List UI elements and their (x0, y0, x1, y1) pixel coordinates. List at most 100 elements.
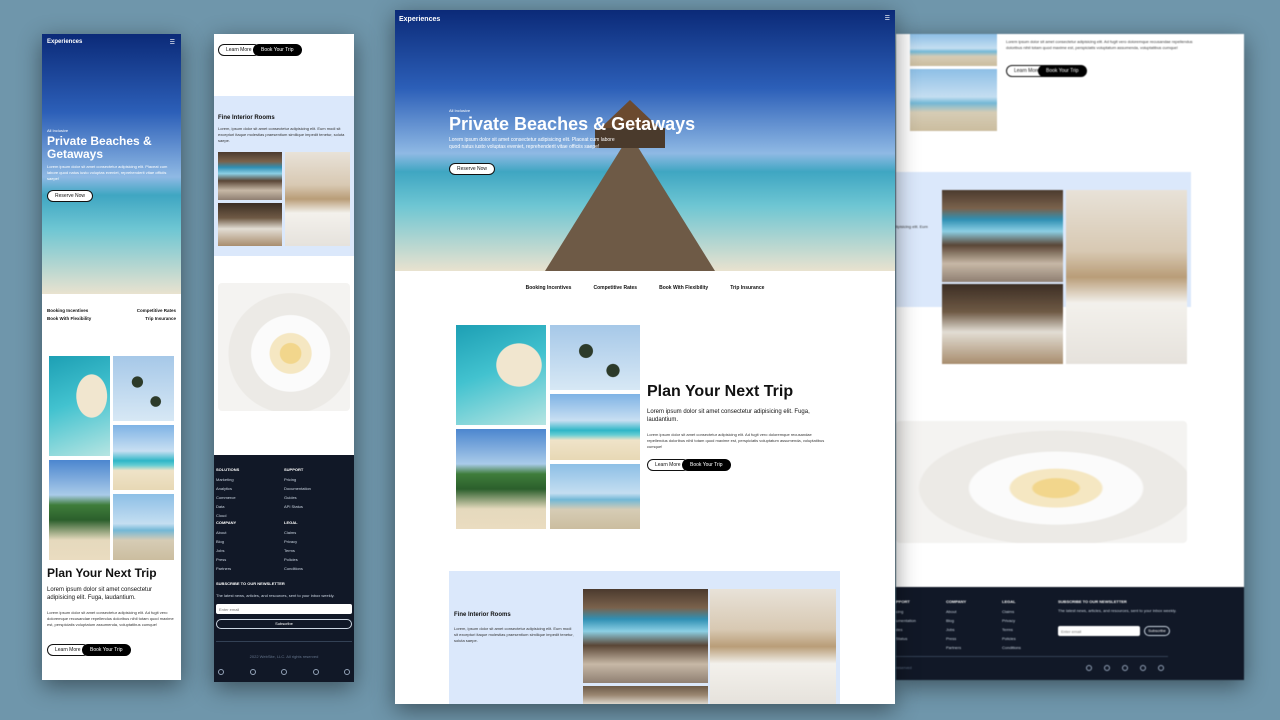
footer-link[interactable]: Partners (216, 564, 236, 573)
twitter-icon[interactable] (281, 669, 287, 675)
twitch-icon[interactable] (312, 669, 319, 675)
footer-company-title: COMPANY (946, 599, 967, 604)
footer-link[interactable]: Privacy (284, 537, 303, 546)
footer-legal-title: LEGAL (284, 520, 298, 525)
newsletter-email-input[interactable] (1058, 626, 1140, 636)
footer-link[interactable]: Press (216, 555, 236, 564)
feature-booking[interactable]: Booking Incentives (47, 308, 88, 313)
footer-link[interactable]: cing (896, 607, 916, 616)
footer-link[interactable]: Blog (216, 537, 236, 546)
hero-title: Private Beaches & Getaways (449, 114, 696, 134)
instagram-icon[interactable] (1104, 665, 1110, 671)
footer-legal-title: LEGAL (1002, 599, 1016, 604)
footer-link[interactable]: Terms (284, 546, 303, 555)
dish-image (218, 283, 350, 411)
desktop-frame-main: Experiences ☰ All Inclusive Private Beac… (395, 10, 895, 704)
twitter-icon[interactable] (1122, 665, 1128, 671)
github-icon[interactable] (344, 669, 350, 675)
reserve-button[interactable]: Reserve Now (449, 163, 496, 175)
subscribe-button[interactable]: Subscribe (216, 619, 352, 629)
footer-link[interactable]: Partners (946, 643, 966, 652)
footer-link[interactable]: Blog (946, 616, 966, 625)
footer-link[interactable]: Terms (1002, 625, 1021, 634)
footer-link[interactable]: API Status (284, 502, 311, 511)
footer-link[interactable]: About (216, 528, 236, 537)
footer-link[interactable]: Marketing (216, 475, 239, 484)
gallery-image-beach (550, 394, 640, 460)
footer-link[interactable]: des (896, 625, 916, 634)
footer-link[interactable]: Claims (1002, 607, 1021, 616)
gallery-image-chairs (910, 69, 997, 131)
rooms-title: Fine Interior Rooms (454, 612, 511, 618)
feature-rates[interactable]: Competitive Rates (593, 285, 637, 291)
gallery-image-palms (550, 325, 640, 390)
footer-company-title: COMPANY (216, 520, 237, 525)
twitch-icon[interactable] (1140, 665, 1146, 671)
facebook-icon[interactable] (1086, 665, 1092, 671)
newsletter-body: The latest news, articles, and resources… (216, 593, 335, 598)
gallery-image-beach (113, 425, 174, 490)
footer-link[interactable]: umentation (896, 616, 916, 625)
feature-flexibility[interactable]: Book With Flexibility (659, 285, 708, 291)
newsletter-email-input[interactable] (216, 604, 352, 614)
footer-solutions-title: SOLUTIONS (216, 467, 240, 472)
newsletter-title: SUBSCRIBE TO OUR NEWSLETTER (216, 581, 285, 586)
book-trip-button[interactable]: Book Your Trip (682, 459, 731, 471)
newsletter-body: The latest news, articles, and resources… (1058, 608, 1177, 613)
feature-booking[interactable]: Booking Incentives (526, 285, 572, 291)
room-image-3 (942, 284, 1063, 364)
footer-link[interactable]: Pricing (284, 475, 311, 484)
hero-title: Private Beaches & Getaways (47, 134, 152, 161)
facebook-icon[interactable] (218, 669, 224, 675)
gallery-image-tropic (456, 429, 546, 529)
footer-link[interactable]: Policies (284, 555, 303, 564)
gallery-image-lagoon (456, 325, 546, 425)
footer-support-title: PPORT (896, 599, 910, 604)
footer-link[interactable]: About (946, 607, 966, 616)
book-trip-button[interactable]: Book Your Trip (82, 644, 131, 656)
footer-link[interactable]: Policies (1002, 634, 1021, 643)
mobile-frame-2: Learn More Book Your Trip Fine Interior … (214, 34, 354, 682)
reserve-button[interactable]: Reserve Now (47, 190, 94, 202)
book-trip-button[interactable]: Book Your Trip (253, 44, 302, 56)
feature-rates[interactable]: Competitive Rates (137, 308, 176, 313)
footer-link[interactable]: Analytics (216, 484, 239, 493)
brand-logo[interactable]: Experiences (47, 39, 82, 45)
footer-link[interactable]: Privacy (1002, 616, 1021, 625)
instagram-icon[interactable] (249, 669, 256, 675)
footer-link[interactable]: Conditions (1002, 643, 1021, 652)
copyright: 2022 WebSite, LLC. All rights reserved (249, 654, 319, 659)
menu-icon[interactable]: ☰ (885, 15, 890, 22)
footer-link[interactable]: Jobs (216, 546, 236, 555)
rooms-body: Lorem, ipsum dolor sit amet consectetur … (454, 626, 574, 643)
feature-flexibility[interactable]: Book With Flexibility (47, 316, 91, 321)
footer-link[interactable]: Guides (284, 493, 311, 502)
plan-lead: Lorem ipsum dolor sit amet consectetur a… (47, 587, 153, 601)
github-icon[interactable] (1158, 665, 1164, 671)
footer-link[interactable]: Conditions (284, 564, 303, 573)
menu-icon[interactable]: ☰ (170, 39, 175, 46)
desktop-frame-right: Lorem ipsum dolor sit amet consectetur a… (896, 34, 1244, 680)
gallery-image-tropic (49, 460, 110, 560)
footer-link[interactable]: Press (946, 634, 966, 643)
plan-title: Plan Your Next Trip (647, 383, 794, 400)
book-trip-button[interactable]: Book Your Trip (1038, 65, 1087, 77)
footer-link[interactable]: Status (896, 634, 916, 643)
feature-insurance[interactable]: Trip Insurance (145, 316, 176, 321)
social-icons (1086, 665, 1164, 671)
footer-link[interactable]: Cloud (216, 511, 239, 520)
newsletter-title: SUBSCRIBE TO OUR NEWSLETTER (1058, 599, 1127, 604)
plan-title: Plan Your Next Trip (47, 566, 157, 580)
brand-logo[interactable]: Experiences (399, 16, 440, 23)
footer-link[interactable]: Jobs (946, 625, 966, 634)
footer-link[interactable]: Commerce (216, 493, 239, 502)
footer-link[interactable]: Data (216, 502, 239, 511)
room-image-2 (1066, 190, 1187, 364)
gallery-image-chairs (550, 464, 640, 529)
subscribe-button[interactable]: Subscribe (1144, 626, 1170, 636)
footer-link[interactable]: Claims (284, 528, 303, 537)
gallery-image-chairs (113, 494, 174, 560)
feature-insurance[interactable]: Trip Insurance (730, 285, 764, 291)
footer-link[interactable]: Documentation (284, 484, 311, 493)
room-image-2 (285, 152, 350, 246)
